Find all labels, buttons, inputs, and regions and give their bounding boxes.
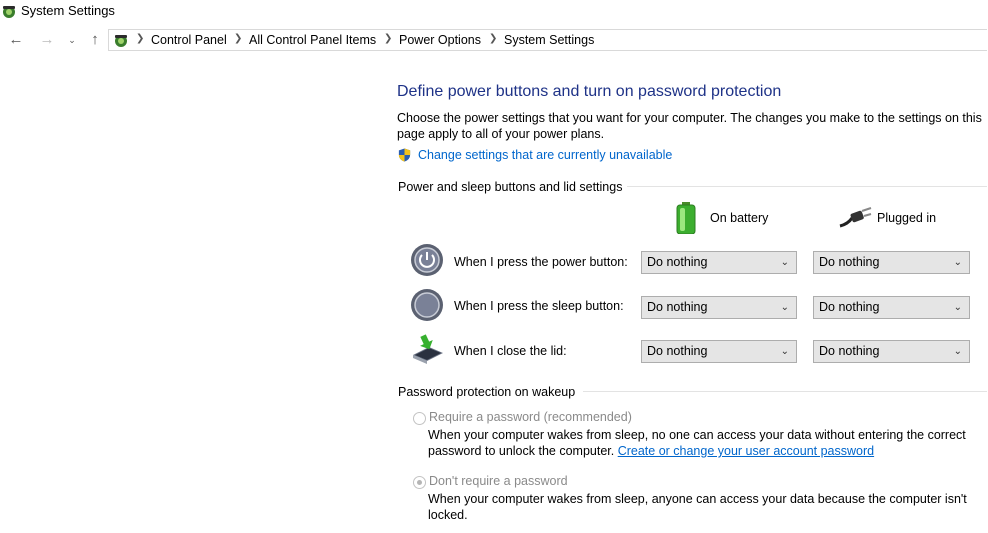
chevron-down-icon: ⌄	[780, 257, 789, 268]
selected-value: Do nothing	[647, 255, 708, 269]
breadcrumb-control-panel[interactable]: Control Panel	[151, 33, 227, 47]
uac-shield-icon	[398, 148, 411, 162]
plugged-in-header: Plugged in	[877, 211, 937, 225]
power-options-icon	[3, 6, 15, 18]
divider	[583, 391, 987, 392]
require-password-label: Require a password (recommended)	[429, 410, 632, 424]
power-button-plugged-select[interactable]: Do nothing ⌄	[813, 251, 970, 274]
chevron-down-icon: ⌄	[953, 346, 962, 357]
on-battery-header: On battery	[710, 211, 769, 225]
lid-close-battery-select[interactable]: Do nothing ⌄	[641, 340, 797, 363]
dont-require-password-description: When your computer wakes from sleep, any…	[428, 492, 967, 522]
dont-require-password-radio[interactable]	[413, 476, 426, 489]
breadcrumb-power-options[interactable]: Power Options	[399, 33, 481, 47]
buttons-group-title: Power and sleep buttons and lid settings	[398, 180, 623, 194]
change-settings-link[interactable]: Change settings that are currently unava…	[418, 148, 672, 162]
dont-require-password-label: Don't require a password	[429, 474, 568, 488]
forward-arrow-icon[interactable]: →	[38, 31, 56, 49]
selected-value: Do nothing	[819, 255, 880, 269]
power-button-battery-select[interactable]: Do nothing ⌄	[641, 251, 797, 274]
power-button-label: When I press the power button:	[454, 255, 628, 269]
recent-locations-chevron-icon[interactable]: ⌄	[63, 31, 81, 49]
power-plug-icon	[839, 207, 872, 228]
user-account-password-link[interactable]: Create or change your user account passw…	[618, 444, 874, 458]
require-password-description: When your computer wakes from sleep, no …	[428, 427, 988, 459]
up-arrow-icon[interactable]: ↑	[86, 31, 104, 49]
chevron-right-icon[interactable]: ❯	[384, 33, 392, 44]
battery-icon	[676, 202, 696, 234]
sleep-button-label: When I press the sleep button:	[454, 299, 624, 313]
power-button-icon	[411, 244, 443, 276]
back-arrow-icon[interactable]: ←	[7, 31, 25, 49]
sleep-button-plugged-select[interactable]: Do nothing ⌄	[813, 296, 970, 319]
sleep-button-battery-select[interactable]: Do nothing ⌄	[641, 296, 797, 319]
power-options-icon	[115, 35, 127, 47]
window-title: System Settings	[21, 3, 115, 18]
require-password-radio[interactable]	[413, 412, 426, 425]
sleep-button-icon	[411, 289, 443, 321]
selected-value: Do nothing	[647, 300, 708, 314]
chevron-down-icon: ⌄	[780, 302, 789, 313]
selected-value: Do nothing	[819, 300, 880, 314]
chevron-down-icon: ⌄	[780, 346, 789, 357]
chevron-right-icon[interactable]: ❯	[234, 33, 242, 44]
page-title: Define power buttons and turn on passwor…	[397, 83, 782, 100]
title-bar: System Settings	[0, 0, 988, 24]
chevron-down-icon: ⌄	[953, 302, 962, 313]
page-description: Choose the power settings that you want …	[397, 111, 982, 141]
breadcrumb-all-items[interactable]: All Control Panel Items	[249, 33, 376, 47]
selected-value: Do nothing	[819, 344, 880, 358]
laptop-lid-icon	[413, 334, 443, 364]
divider	[627, 186, 987, 187]
selected-value: Do nothing	[647, 344, 708, 358]
password-group-title: Password protection on wakeup	[398, 385, 576, 399]
chevron-right-icon[interactable]: ❯	[136, 33, 144, 44]
lid-close-label: When I close the lid:	[454, 344, 567, 358]
chevron-right-icon[interactable]: ❯	[489, 33, 497, 44]
lid-close-plugged-select[interactable]: Do nothing ⌄	[813, 340, 970, 363]
breadcrumb-system-settings[interactable]: System Settings	[504, 33, 594, 47]
chevron-down-icon: ⌄	[953, 257, 962, 268]
